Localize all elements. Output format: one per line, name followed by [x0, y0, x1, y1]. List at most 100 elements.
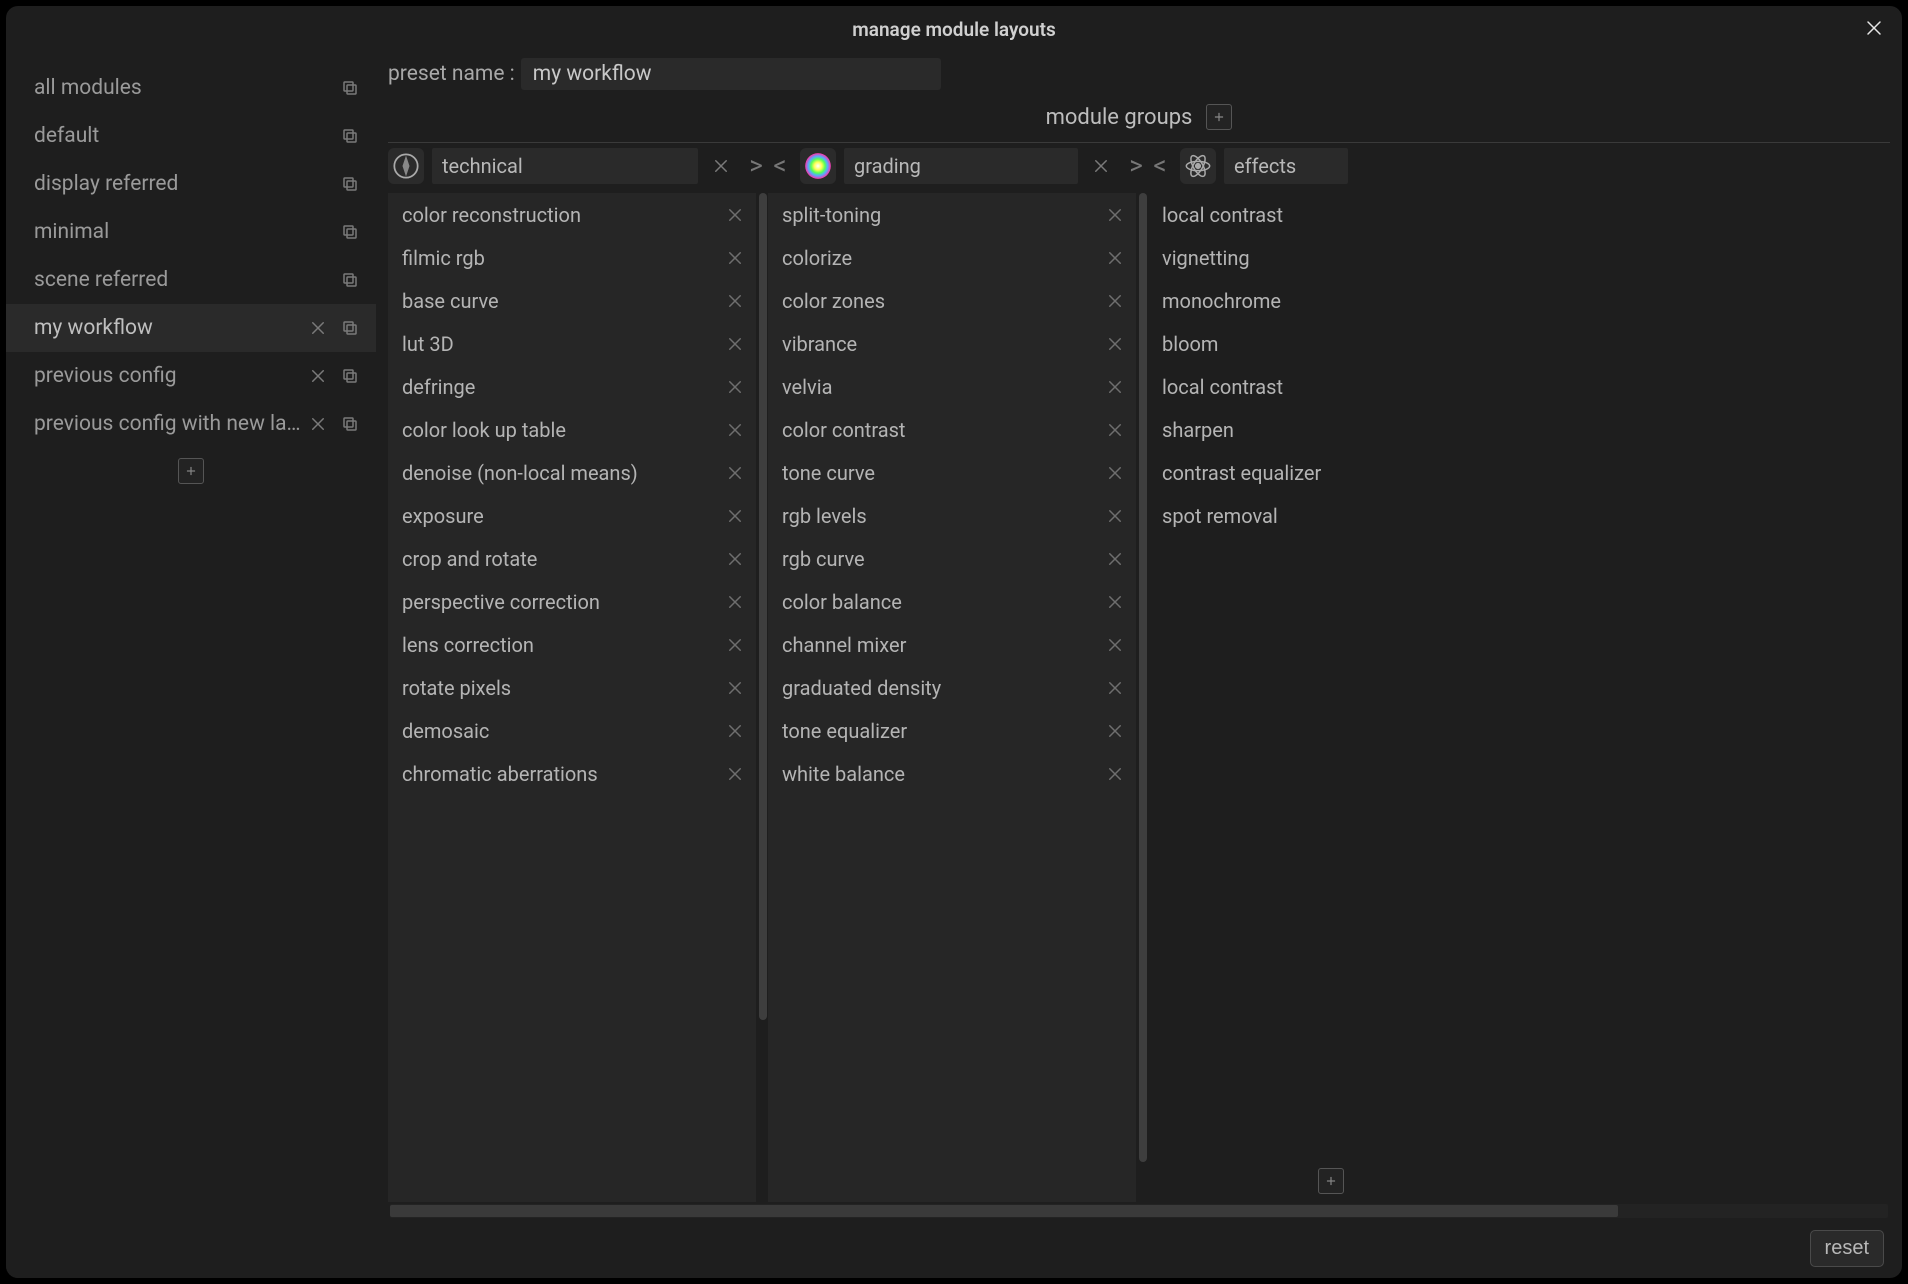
module-row[interactable]: channel mixer [768, 623, 1136, 666]
module-row[interactable]: vibrance [768, 322, 1136, 365]
remove-module-icon[interactable] [1102, 245, 1128, 271]
preset-row[interactable]: scene referred [6, 256, 376, 304]
module-row[interactable]: base curve [388, 279, 756, 322]
preset-row[interactable]: all modules [6, 64, 376, 112]
module-row[interactable]: graduated density [768, 666, 1136, 709]
move-group-left-icon[interactable]: < [1148, 143, 1172, 189]
preset-row[interactable]: my workflow [6, 304, 376, 352]
module-row[interactable]: demosaic [388, 709, 756, 752]
module-row[interactable]: chromatic aberrations [388, 752, 756, 795]
module-row[interactable]: exposure [388, 494, 756, 537]
remove-module-icon[interactable] [722, 417, 748, 443]
module-row[interactable]: colorize [768, 236, 1136, 279]
remove-module-icon[interactable] [1102, 589, 1128, 615]
add-module-button[interactable] [1318, 1168, 1344, 1194]
remove-module-icon[interactable] [1102, 546, 1128, 572]
remove-module-icon[interactable] [722, 331, 748, 357]
rainbow-icon[interactable] [800, 148, 836, 184]
remove-module-icon[interactable] [1102, 632, 1128, 658]
remove-module-icon[interactable] [1102, 460, 1128, 486]
group-vscrollbar[interactable] [1138, 193, 1148, 1202]
module-row[interactable]: local contrast [1148, 365, 1348, 408]
add-preset-button[interactable] [178, 458, 204, 484]
module-row[interactable]: sharpen [1148, 408, 1348, 451]
remove-module-icon[interactable] [722, 761, 748, 787]
preset-row[interactable]: previous config with new lay... [6, 400, 376, 448]
preset-row[interactable]: previous config [6, 352, 376, 400]
remove-module-icon[interactable] [722, 245, 748, 271]
group-name-input[interactable]: effects [1224, 148, 1348, 184]
preset-row[interactable]: display referred [6, 160, 376, 208]
group-vscrollbar[interactable] [758, 193, 768, 1202]
module-row[interactable]: color reconstruction [388, 193, 756, 236]
groups-hscrollbar[interactable] [390, 1204, 1888, 1218]
module-row[interactable]: rgb curve [768, 537, 1136, 580]
remove-module-icon[interactable] [722, 632, 748, 658]
remove-module-icon[interactable] [722, 460, 748, 486]
remove-module-icon[interactable] [1102, 503, 1128, 529]
duplicate-preset-icon[interactable] [338, 268, 362, 292]
remove-group-icon[interactable] [706, 151, 736, 181]
hscrollbar-thumb[interactable] [390, 1205, 1618, 1217]
compass-icon[interactable] [388, 148, 424, 184]
duplicate-preset-icon[interactable] [338, 412, 362, 436]
module-row[interactable]: rgb levels [768, 494, 1136, 537]
module-row[interactable]: lut 3D [388, 322, 756, 365]
module-row[interactable]: velvia [768, 365, 1136, 408]
module-row[interactable]: bloom [1148, 322, 1348, 365]
module-row[interactable]: tone curve [768, 451, 1136, 494]
remove-module-icon[interactable] [1102, 718, 1128, 744]
move-group-left-icon[interactable]: < [768, 143, 792, 189]
remove-module-icon[interactable] [1102, 331, 1128, 357]
duplicate-preset-icon[interactable] [338, 364, 362, 388]
preset-name-input[interactable]: my workflow [521, 58, 941, 90]
move-group-right-icon[interactable]: > [1124, 143, 1148, 189]
module-row[interactable]: split-toning [768, 193, 1136, 236]
remove-module-icon[interactable] [722, 589, 748, 615]
module-row[interactable]: lens correction [388, 623, 756, 666]
delete-preset-icon[interactable] [306, 364, 330, 388]
module-row[interactable]: spot removal [1148, 494, 1348, 537]
module-row[interactable]: denoise (non-local means) [388, 451, 756, 494]
delete-preset-icon[interactable] [306, 316, 330, 340]
remove-module-icon[interactable] [722, 374, 748, 400]
module-row[interactable]: filmic rgb [388, 236, 756, 279]
group-name-input[interactable]: grading [844, 148, 1078, 184]
remove-module-icon[interactable] [1102, 202, 1128, 228]
remove-module-icon[interactable] [1102, 288, 1128, 314]
module-row[interactable]: rotate pixels [388, 666, 756, 709]
preset-row[interactable]: default [6, 112, 376, 160]
remove-group-icon[interactable] [1086, 151, 1116, 181]
remove-module-icon[interactable] [722, 675, 748, 701]
remove-module-icon[interactable] [1102, 417, 1128, 443]
module-row[interactable]: tone equalizer [768, 709, 1136, 752]
remove-module-icon[interactable] [722, 288, 748, 314]
duplicate-preset-icon[interactable] [338, 316, 362, 340]
group-name-input[interactable]: technical [432, 148, 698, 184]
duplicate-preset-icon[interactable] [338, 172, 362, 196]
reset-button[interactable]: reset [1810, 1230, 1884, 1267]
module-row[interactable]: color contrast [768, 408, 1136, 451]
delete-preset-icon[interactable] [306, 412, 330, 436]
preset-row[interactable]: minimal [6, 208, 376, 256]
module-row[interactable]: color look up table [388, 408, 756, 451]
add-group-button[interactable] [1206, 104, 1232, 130]
remove-module-icon[interactable] [1102, 374, 1128, 400]
module-row[interactable]: contrast equalizer [1148, 451, 1348, 494]
remove-module-icon[interactable] [722, 546, 748, 572]
remove-module-icon[interactable] [722, 503, 748, 529]
remove-module-icon[interactable] [722, 718, 748, 744]
remove-module-icon[interactable] [1102, 761, 1128, 787]
module-row[interactable]: vignetting [1148, 236, 1348, 279]
atom-icon[interactable] [1180, 148, 1216, 184]
vscrollbar-thumb[interactable] [1139, 193, 1147, 1162]
duplicate-preset-icon[interactable] [338, 76, 362, 100]
module-row[interactable]: color balance [768, 580, 1136, 623]
move-group-right-icon[interactable]: > [744, 143, 768, 189]
module-row[interactable]: defringe [388, 365, 756, 408]
module-row[interactable]: local contrast [1148, 193, 1348, 236]
vscrollbar-thumb[interactable] [759, 193, 767, 1020]
module-row[interactable]: color zones [768, 279, 1136, 322]
remove-module-icon[interactable] [1102, 675, 1128, 701]
module-row[interactable]: crop and rotate [388, 537, 756, 580]
